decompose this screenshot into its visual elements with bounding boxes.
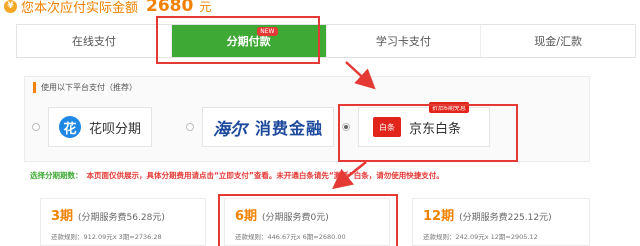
period-count: 12期 — [423, 209, 455, 224]
tab-cash-remittance[interactable]: 现金/汇款 — [481, 25, 635, 57]
payment-tabs: 在线支付 分期付款 NEW 学习卡支付 现金/汇款 — [16, 24, 636, 58]
amount-unit: 元 — [199, 0, 212, 14]
highlight-box-installment-tab — [156, 16, 320, 64]
highlight-box-6-period — [218, 194, 398, 246]
amount-label: 您本次应付实际金额 — [21, 0, 139, 16]
yen-icon: ¥ — [4, 0, 17, 13]
tab-study-card[interactable]: 学习卡支付 — [327, 25, 482, 57]
period-option-12[interactable]: 12期 (分期服务费225.12元) 还款规则：242.09元x 12期=290… — [412, 198, 590, 246]
period-option-3[interactable]: 3期 (分期服务费56.28元) 还款规则：912.09元x 3期=2736.2… — [40, 198, 206, 246]
period-detail: 还款规则：912.09元x 3期=2736.28 — [51, 233, 162, 241]
platform-option-huabei[interactable]: 花 花呗分期 — [32, 107, 153, 147]
payment-amount-line: ¥ 您本次应付实际金额 2680 元 — [4, 0, 211, 16]
haier-card[interactable]: 海尔 消费金融 — [202, 107, 335, 147]
tab-online-payment[interactable]: 在线支付 — [17, 25, 172, 57]
huabei-name: 花呗分期 — [89, 121, 142, 137]
radio-haier[interactable] — [186, 123, 194, 131]
platform-heading-text: 使用以下平台支付（推荐） — [41, 82, 137, 92]
period-fee: (分期服务费225.12元) — [459, 213, 552, 223]
period-count: 3期 — [51, 209, 74, 224]
haier-logo: 海尔 — [213, 119, 247, 140]
notice-lead: 选择分期期数： — [30, 171, 83, 180]
period-detail: 还款规则：242.09元x 12期=2905.12 — [423, 233, 538, 241]
huabei-card[interactable]: 花 花呗分期 — [48, 107, 153, 147]
haier-name: 消费金融 — [255, 119, 324, 138]
notice-message: 本页面仅供展示，具体分期费用请点击“立即支付”查看。未开通白条请先“激活”白条，… — [86, 171, 444, 180]
huabei-logo-icon: 花 — [59, 116, 81, 138]
platform-heading: 使用以下平台支付（推荐） — [25, 77, 589, 97]
amount-value: 2680 — [146, 0, 194, 16]
highlight-box-jd — [338, 104, 518, 162]
radio-huabei[interactable] — [32, 123, 40, 131]
platform-option-haier[interactable]: 海尔 消费金融 — [186, 107, 335, 147]
period-fee: (分期服务费56.28元) — [78, 213, 165, 223]
heading-marker — [33, 81, 36, 93]
installment-notice: 选择分期期数： 本页面仅供展示，具体分期费用请点击“立即支付”查看。未开通白条请… — [30, 170, 444, 181]
